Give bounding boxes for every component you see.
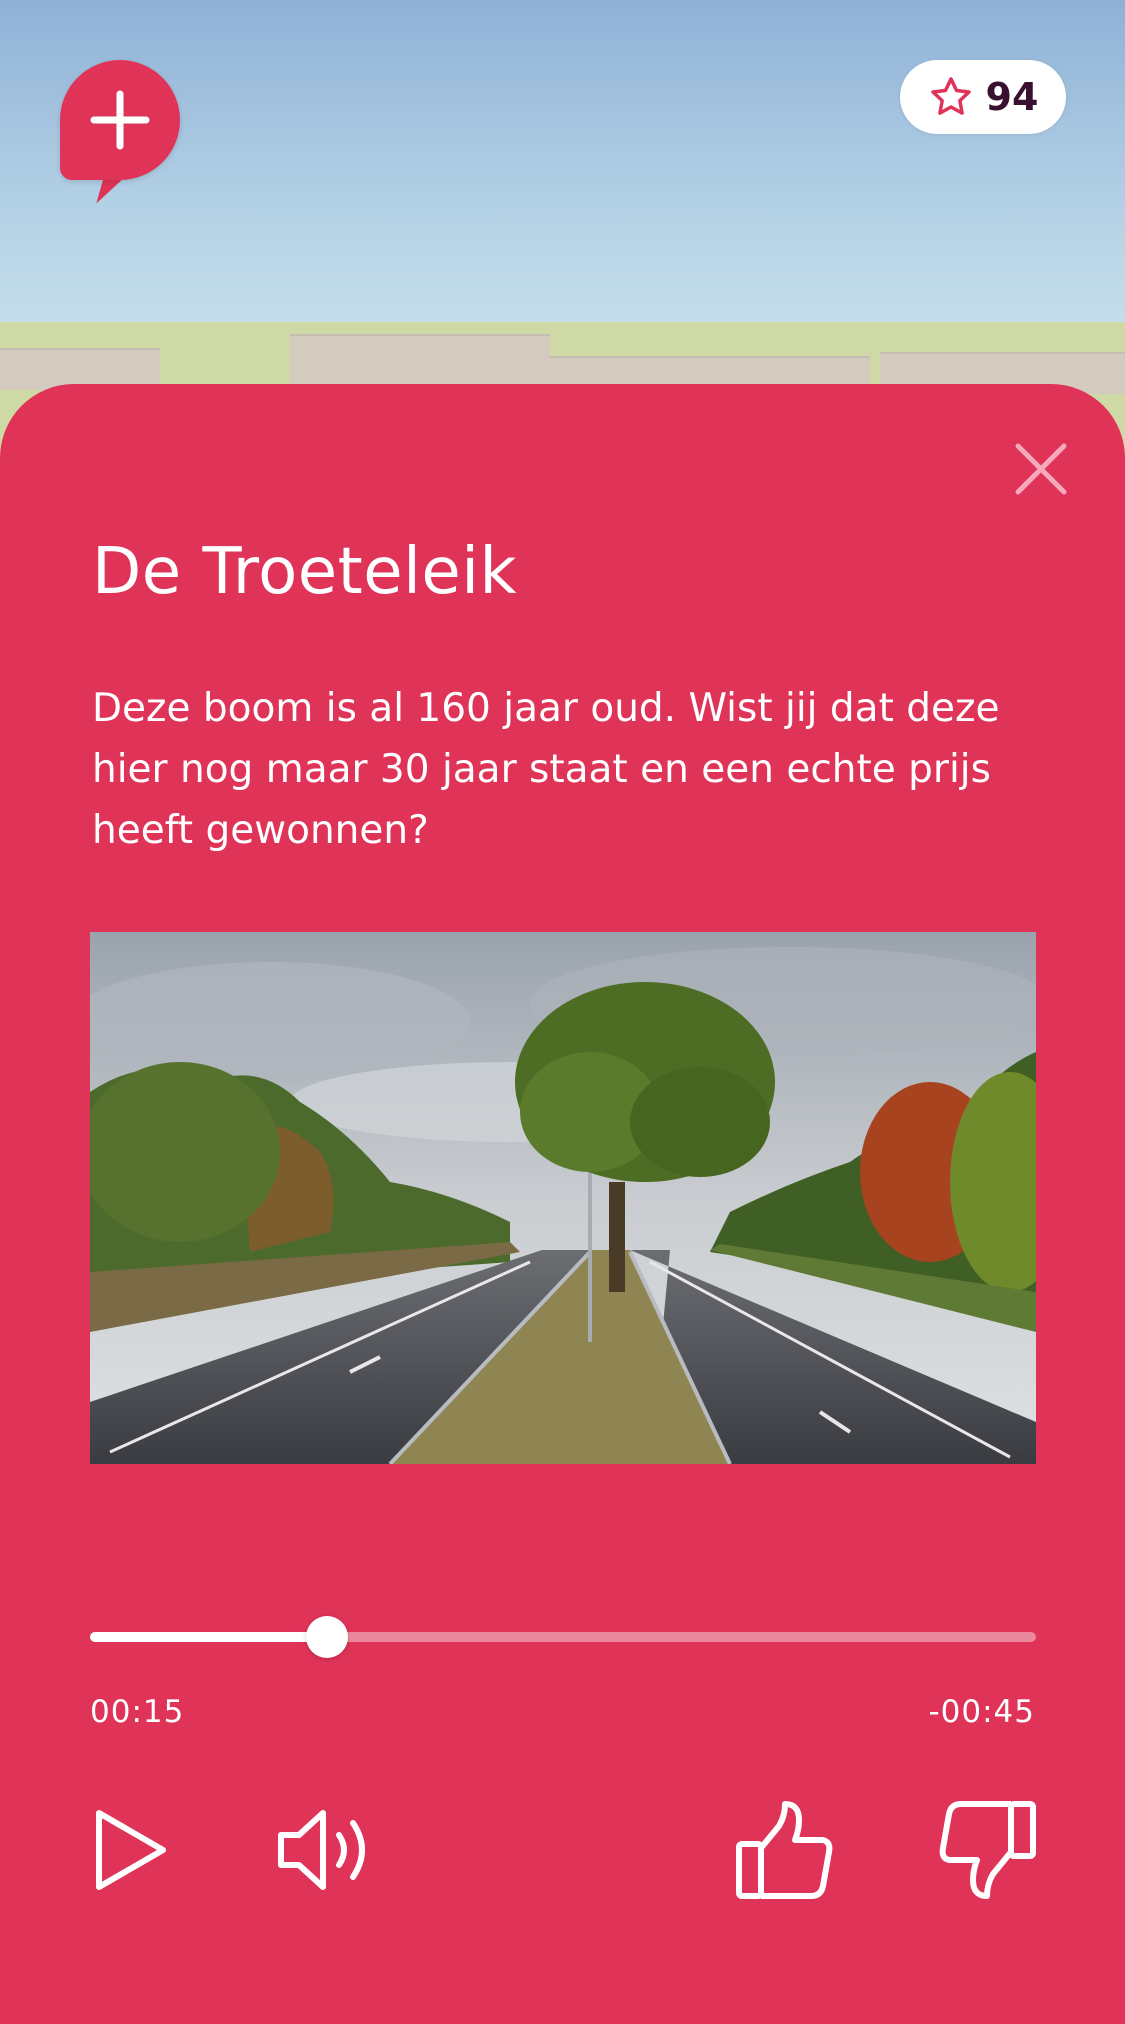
add-pin-button[interactable]: [60, 60, 180, 180]
progress-thumb[interactable]: [305, 1616, 348, 1658]
like-button[interactable]: [732, 1800, 838, 1900]
close-button[interactable]: [1010, 438, 1072, 500]
dislike-button[interactable]: [934, 1800, 1040, 1900]
card-description: Deze boom is al 160 jaar oud. Wist jij d…: [92, 686, 1000, 853]
close-icon: [1015, 443, 1067, 495]
volume-button[interactable]: [272, 1800, 382, 1900]
progress-fill: [90, 1632, 327, 1642]
card-photo: [90, 932, 1036, 1464]
thumbs-up-icon: [736, 1801, 833, 1899]
star-icon: [930, 77, 971, 115]
play-button[interactable]: [86, 1800, 176, 1900]
card-title: De Troeteleik: [92, 535, 518, 609]
audio-progress-bar[interactable]: [90, 1616, 1036, 1658]
thumbs-down-icon: [939, 1801, 1036, 1899]
volume-icon: [278, 1810, 365, 1890]
time-remaining: -00:45: [928, 1694, 1035, 1730]
score-badge[interactable]: 94: [900, 60, 1066, 134]
score-value: 94: [985, 75, 1039, 119]
time-elapsed: 00:15: [90, 1694, 185, 1730]
plus-icon: [90, 90, 150, 150]
play-icon: [96, 1810, 166, 1890]
